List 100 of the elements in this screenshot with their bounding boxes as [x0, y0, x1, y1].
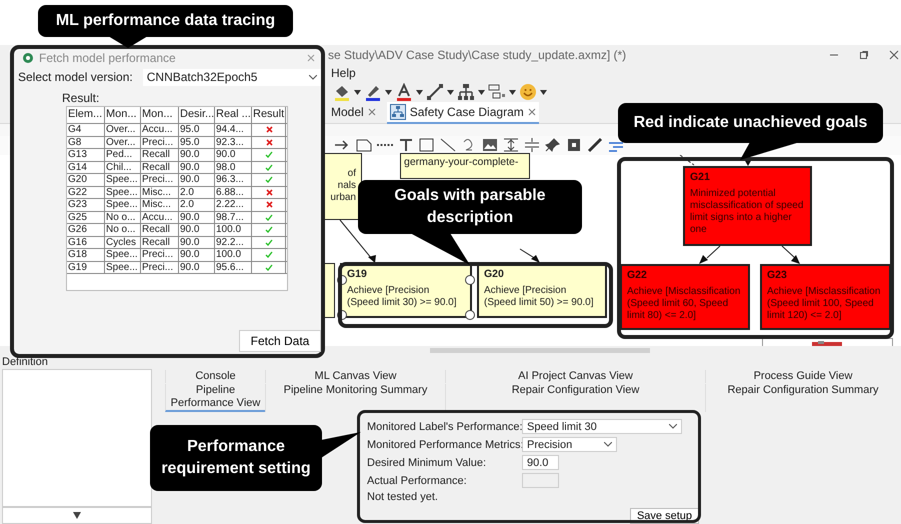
table-cell: 98.0: [215, 162, 252, 173]
text-tool-icon[interactable]: [397, 137, 415, 154]
table-cell: 90.0: [179, 162, 215, 173]
column-header[interactable]: Mon...: [105, 107, 141, 123]
smiley-icon[interactable]: [519, 83, 537, 102]
table-cell: 90.0: [215, 149, 252, 160]
model-version-select[interactable]: CNNBatch32Epoch5: [142, 68, 321, 86]
table-cell: G19: [67, 262, 105, 273]
caret-icon[interactable]: [385, 90, 392, 95]
status-text: Not tested yet.: [367, 491, 439, 505]
input-field[interactable]: Precision: [522, 437, 617, 452]
rect-tool-icon[interactable]: [418, 137, 436, 154]
pen-icon[interactable]: [364, 83, 382, 102]
table-cell: Accu...: [141, 124, 179, 136]
table-cell: Cycles: [105, 236, 141, 248]
goal-node[interactable]: G22 Achieve [Misclassification (Speed limit 60, Speed limit 80) <= 2.0]: [620, 264, 750, 330]
caret-icon: [308, 74, 317, 80]
column-header[interactable]: Real ...: [215, 107, 252, 123]
caret-icon[interactable]: [416, 90, 423, 95]
hierarchy-icon[interactable]: [457, 83, 475, 102]
table-cell: Recall: [141, 236, 179, 248]
goal-node[interactable]: G21 Minimized potential misclassification of speed limit signs into a higher one: [683, 166, 812, 246]
table-cell: Accu...: [141, 212, 179, 223]
editor-tab[interactable]: Safety Case Diagram: [386, 102, 539, 124]
goal-node[interactable]: G19 Achieve [Precision (Speed limit 30) >= 90.0]: [340, 262, 472, 318]
goal-node[interactable]: germany-your-complete-: [400, 152, 530, 179]
input-field[interactable]: 90.0: [522, 455, 559, 470]
scrollbar[interactable]: [430, 348, 650, 354]
table-cell: 90.0: [179, 262, 215, 273]
view-tab[interactable]: Console: [165, 370, 265, 383]
paint-bucket-icon[interactable]: [333, 83, 351, 102]
caret-icon: [669, 424, 677, 429]
arrow-connector: [520, 248, 540, 263]
table-cell: Misc...: [141, 186, 179, 198]
restore-icon[interactable]: [859, 50, 869, 60]
table-cell: 95.0: [179, 136, 215, 148]
table-cell: 92.2...: [215, 236, 252, 248]
caret-icon[interactable]: [478, 90, 485, 95]
column-header[interactable]: Elem...: [67, 107, 105, 123]
input-field[interactable]: [522, 473, 559, 488]
close-icon[interactable]: [368, 108, 376, 116]
view-tab[interactable]: AI Project Canvas View: [445, 370, 705, 383]
connector-icon[interactable]: [426, 83, 444, 102]
pin-tool-icon[interactable]: [544, 137, 562, 154]
close-icon[interactable]: [528, 108, 536, 116]
table-cell: 90.0: [179, 224, 215, 236]
table-cell: No o...: [105, 224, 141, 236]
table-cell: G25: [67, 212, 105, 223]
view-tab[interactable]: Repair Configuration View: [445, 384, 705, 412]
table-cell: 95.6...: [215, 262, 252, 273]
view-tab[interactable]: Pipeline Performance View: [165, 384, 265, 412]
close-icon[interactable]: [889, 50, 899, 60]
view-tab[interactable]: ML Canvas View: [265, 370, 445, 383]
fetch-data-button[interactable]: Fetch Data: [239, 330, 321, 352]
table-cell: Recall: [141, 162, 179, 173]
caret-icon[interactable]: [509, 90, 516, 95]
table-cell: 94.4...: [215, 124, 252, 136]
view-tab[interactable]: Process Guide View: [705, 370, 900, 383]
table-cell: 90.0: [179, 236, 215, 248]
table-cell: 90.0: [179, 149, 215, 160]
table-cell: G22: [67, 186, 105, 198]
note-tool-icon[interactable]: [355, 137, 373, 154]
callout: Performance requirement setting: [150, 425, 322, 491]
table-cell: G4: [67, 124, 105, 136]
view-tab[interactable]: Repair Configuration Summary: [705, 384, 900, 412]
table-cell: G18: [67, 249, 105, 260]
column-header[interactable]: Result: [252, 107, 286, 123]
caret-icon[interactable]: [540, 90, 547, 95]
arrow-connector: [699, 245, 720, 264]
field-label: Select model version:: [18, 70, 133, 84]
table-cell: Preci...: [141, 174, 179, 186]
goal-node[interactable]: G23 Achieve [Misclassification (Speed limit 100, Speed limit 120) <= 2.0]: [760, 264, 891, 330]
field-label: Monitored Performance Metrics:: [367, 438, 522, 450]
input-field[interactable]: Speed limit 30: [522, 419, 682, 434]
frame-tool-icon[interactable]: [565, 137, 583, 154]
dashed-connector: [680, 154, 694, 166]
table-cell: 95.0: [179, 124, 215, 136]
window-title: se Study\ADV Case Study\Case study_update.axmz] (*): [328, 48, 628, 62]
table-cell: 90.0: [179, 174, 215, 186]
vspace-tool-icon[interactable]: [502, 137, 520, 154]
menu-item[interactable]: Help: [331, 66, 356, 80]
column-header[interactable]: Desir...: [179, 107, 215, 123]
caret-icon[interactable]: [354, 90, 361, 95]
editor-tab[interactable]: Model: [328, 103, 379, 123]
table-cell: 90.0: [179, 249, 215, 260]
column-header[interactable]: Mon...: [141, 107, 179, 123]
caret-icon[interactable]: [447, 90, 454, 95]
line-tool-icon[interactable]: [439, 137, 457, 154]
table-cell: Recall: [141, 224, 179, 236]
table-cell: G8: [67, 136, 105, 148]
font-color-icon[interactable]: [395, 83, 413, 102]
hspace-tool-icon[interactable]: [523, 137, 541, 154]
table-cell: Spee...: [105, 249, 141, 260]
route-tool-icon[interactable]: [586, 137, 604, 154]
image-tool-icon[interactable]: [481, 137, 499, 154]
view-tab[interactable]: Pipeline Monitoring Summary: [265, 384, 445, 412]
table-cell: Preci...: [141, 136, 179, 148]
diagram-icon: [390, 104, 406, 120]
table-cell: 98.7...: [215, 212, 252, 223]
layout-icon[interactable]: [488, 83, 506, 102]
